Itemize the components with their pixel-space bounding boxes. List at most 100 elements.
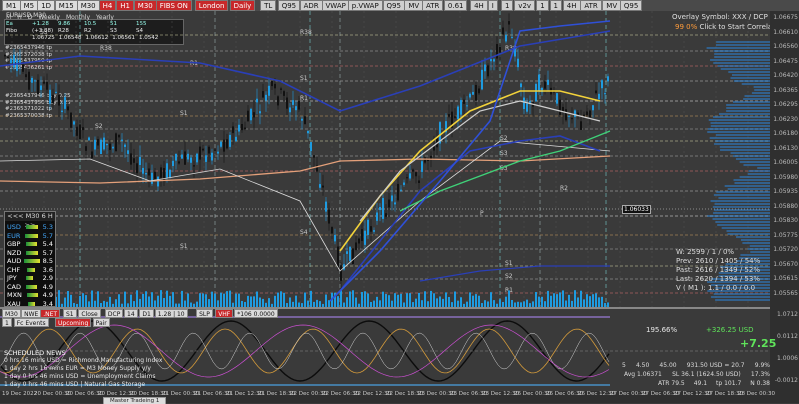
volume-bar [235, 293, 237, 308]
news-item[interactable]: 1 day 0 hrs 46 mins USD = Unemployment C… [4, 373, 214, 381]
toolbar-button-22[interactable]: 1 [501, 0, 514, 11]
candle-body [148, 168, 150, 176]
news-item[interactable]: 0 hrs 16 mins USD = Richmond Manufacturi… [4, 357, 214, 365]
volume-bar [559, 292, 561, 308]
toolbar-button-10[interactable]: Daily [229, 0, 256, 11]
volume-bar [385, 294, 387, 308]
oscillator-tab-11[interactable]: *106 0.0000 [234, 309, 278, 318]
profile-bar [710, 125, 770, 127]
strength-title: M30 [25, 212, 40, 220]
toolbar-button-29[interactable]: Q95 [619, 0, 643, 11]
price-chart[interactable]: S3R38R1S1R1S1S2S2S3S3R2PS4S1S1S2R1R38R38 [0, 11, 770, 308]
event-tab-0[interactable]: 1 [2, 318, 12, 327]
toolbar-button-0[interactable]: M1 [2, 0, 21, 11]
oscillator-tab-7[interactable]: D1 [139, 309, 154, 318]
toolbar-button-23[interactable]: v2v [514, 0, 536, 11]
volume-bar [553, 293, 555, 308]
stats-row-2: Avg 1.06371 SL 36.1 (1624.50 USD) 17.3% [624, 371, 770, 378]
toolbar-button-15[interactable]: p.VWAP [347, 0, 383, 11]
toolbar-button-1[interactable]: M5 [19, 0, 39, 11]
candle-body [244, 127, 246, 130]
toolbar-button-27[interactable]: ATR [580, 0, 602, 11]
volume-bar [220, 292, 222, 308]
candle-body [82, 127, 84, 131]
toolbar-button-4[interactable]: M30 [76, 0, 100, 11]
candle-body [286, 97, 288, 109]
profile-bar [710, 296, 770, 298]
toolbar-button-28[interactable]: MV [602, 0, 622, 11]
toolbar-button-20[interactable]: 4H [470, 0, 488, 11]
candle-body [76, 126, 78, 136]
toolbar-button-18[interactable]: ATR [422, 0, 444, 11]
toolbar-button-19[interactable]: 0.61 [443, 0, 468, 11]
oscillator-tab-6[interactable]: 14 [124, 309, 138, 318]
candle-body [367, 219, 369, 235]
osc-tick: 1.0006 [777, 355, 798, 362]
candle-body [73, 121, 75, 125]
toolbar-button-14[interactable]: VWAP [321, 0, 350, 11]
toolbar-button-21[interactable]: I [487, 0, 498, 11]
oscillator-tab-2[interactable]: .NET [40, 309, 61, 318]
toolbar-button-16[interactable]: Q95 [382, 0, 405, 11]
candle-body [109, 143, 111, 150]
oscillator-tab-0[interactable]: M30 [2, 309, 21, 318]
candle-body [589, 110, 591, 118]
event-tab-1[interactable]: Fc Events [13, 318, 49, 327]
toolbar-button-17[interactable]: MV [404, 0, 424, 11]
toolbar-button-3[interactable]: M15 [54, 0, 78, 11]
oscillator-tab-4[interactable]: Close [78, 309, 101, 318]
toolbar-button-6[interactable]: H1 [116, 0, 134, 11]
toolbar-button-13[interactable]: ADR [299, 0, 323, 11]
strength-bar [26, 284, 38, 289]
toolbar-button-8[interactable]: FIBS ON [155, 0, 192, 11]
candle-body [160, 167, 162, 178]
volume-bar [229, 290, 231, 308]
stats-row-1: 5 4.50 45.00 931.50 USD = 20.7 9.9% [622, 362, 770, 369]
profile-bar [726, 110, 770, 112]
stats-cell: ATR 79.5 [658, 380, 685, 387]
oscillator-tab-8[interactable]: 1.28 | 10 [154, 309, 188, 318]
profile-bar [727, 233, 770, 235]
toolbar-button-25[interactable]: 1 [549, 0, 562, 11]
toolbar-button-2[interactable]: 1D [37, 0, 56, 11]
oscillator-tab-5[interactable]: DCP [104, 309, 124, 318]
toolbar-button-7[interactable]: M30 [133, 0, 157, 11]
candle-body [571, 118, 573, 120]
level-label: S1 [180, 110, 188, 117]
toolbar-button-24[interactable]: 1 [536, 0, 549, 11]
toolbar-button-12[interactable]: Q95 [277, 0, 301, 11]
profile-bar [726, 107, 770, 109]
candle-body [379, 206, 381, 211]
volume-bar [508, 290, 510, 308]
event-tab-2[interactable]: Upcoming [55, 318, 92, 327]
volume-bar [136, 290, 138, 308]
news-item[interactable]: 1 day 2 hrs 16 mins EUR = M3 Money Suppl… [4, 365, 214, 373]
price-tick: 1.05720 [773, 246, 798, 253]
event-tab-3[interactable]: Pair [92, 318, 110, 327]
candle-body [100, 139, 102, 155]
profile-bar [726, 230, 770, 232]
candle-body [325, 201, 327, 212]
strength-currency: MXN [7, 291, 22, 299]
oscillator-tab-10[interactable]: VHF [215, 309, 234, 318]
level-label: S1 [300, 75, 308, 82]
candle-body [313, 155, 315, 158]
toolbar-button-11[interactable]: TL [260, 0, 277, 11]
toolbar-button-26[interactable]: 4H [562, 0, 581, 11]
strength-prev-arrows[interactable]: <<< [7, 212, 23, 220]
candle-body [88, 137, 90, 141]
candle-body [49, 89, 51, 104]
toolbar-button-5[interactable]: H4 [98, 0, 117, 11]
candle-body [271, 80, 273, 87]
level-label: S3 [40, 29, 48, 36]
candle-body [565, 109, 567, 121]
oscillator-tab-3[interactable]: S1 [63, 309, 77, 318]
oscillator-tab-9[interactable]: SLP [196, 309, 213, 318]
news-item[interactable]: 1 day 0 hrs 46 mins USD | Natural Gas St… [4, 381, 214, 389]
price-tick: 1.06130 [773, 144, 798, 152]
oscillator-tab-1[interactable]: NWE [21, 309, 42, 318]
volume-bar [454, 291, 456, 308]
volume-bar [223, 293, 225, 308]
toolbar-button-9[interactable]: London [194, 0, 229, 11]
profile-bar [743, 98, 770, 100]
